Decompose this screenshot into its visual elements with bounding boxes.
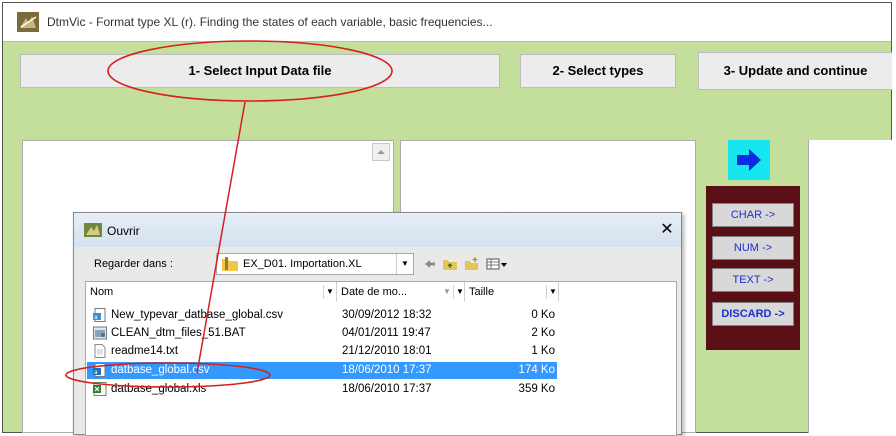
arrow-right-icon [737, 149, 761, 171]
file-row[interactable]: datbase_global.xls 18/06/2010 17:37 359 … [87, 381, 557, 398]
view-menu-icon[interactable] [486, 257, 508, 271]
file-row[interactable]: readme14.txt 21/12/2010 18:01 1 Ko [87, 343, 557, 360]
look-in-label: Regarder dans : [94, 258, 173, 270]
discard-type-button[interactable]: DISCARD -> [712, 302, 794, 326]
file-row-selected[interactable]: a datbase_global.csv 18/06/2010 17:37 17… [87, 362, 557, 379]
back-arrow-icon[interactable] [424, 258, 436, 270]
select-input-file-button[interactable]: 1- Select Input Data file [20, 54, 500, 88]
dialog-toolbar [424, 255, 511, 273]
folder-icon [222, 257, 238, 271]
dialog-title-bar: Ouvrir ✕ [74, 213, 681, 247]
column-header-name[interactable]: Nom [86, 282, 337, 302]
svg-text:a: a [94, 369, 98, 376]
scroll-up-button[interactable] [372, 143, 390, 161]
open-file-dialog: Ouvrir ✕ Regarder dans : EX_D01. Importa… [73, 212, 682, 436]
title-bar: DtmVic - Format type XL (r). Finding the… [3, 3, 891, 42]
select-types-button[interactable]: 2- Select types [520, 54, 676, 88]
csv-file-icon: a [93, 363, 106, 377]
update-continue-button[interactable]: 3- Update and continue [698, 52, 892, 90]
txt-file-icon [94, 344, 106, 358]
csv-file-icon: a [93, 308, 106, 322]
file-row[interactable]: a New_typevar_datbase_global.csv 30/09/2… [87, 307, 557, 324]
char-type-button[interactable]: CHAR -> [712, 203, 794, 227]
bat-file-icon [93, 326, 107, 340]
close-icon[interactable]: ✕ [659, 222, 675, 238]
scroll-up-icon [377, 150, 385, 154]
size-filter-dropdown-icon[interactable]: ▼ [546, 285, 559, 299]
file-list[interactable]: Nom ▼ Date de mo... ▼ ▼ Taille ▼ a New_t… [85, 281, 677, 436]
column-header-size[interactable]: Taille [465, 282, 559, 302]
move-right-button[interactable] [728, 140, 770, 180]
text-type-button[interactable]: TEXT -> [712, 268, 794, 292]
look-in-value: EX_D01. Importation.XL [243, 258, 362, 270]
new-folder-icon[interactable] [464, 256, 479, 271]
name-filter-dropdown-icon[interactable]: ▼ [323, 285, 336, 299]
svg-text:a: a [94, 314, 98, 321]
chevron-down-icon[interactable]: ▼ [396, 254, 413, 274]
file-row[interactable]: CLEAN_dtm_files_51.BAT 04/01/2011 19:47 … [87, 325, 557, 342]
sort-chevron-icon: ▼ [443, 287, 451, 296]
look-in-select[interactable]: EX_D01. Importation.XL ▼ [216, 253, 414, 275]
dialog-title: Ouvrir [107, 224, 140, 238]
window-title: DtmVic - Format type XL (r). Finding the… [47, 15, 493, 29]
num-type-button[interactable]: NUM -> [712, 236, 794, 260]
types-list-panel[interactable] [808, 140, 895, 433]
app-icon [17, 12, 39, 32]
dialog-app-icon [84, 223, 102, 237]
up-folder-icon[interactable] [443, 257, 458, 271]
xls-file-icon [93, 382, 107, 396]
